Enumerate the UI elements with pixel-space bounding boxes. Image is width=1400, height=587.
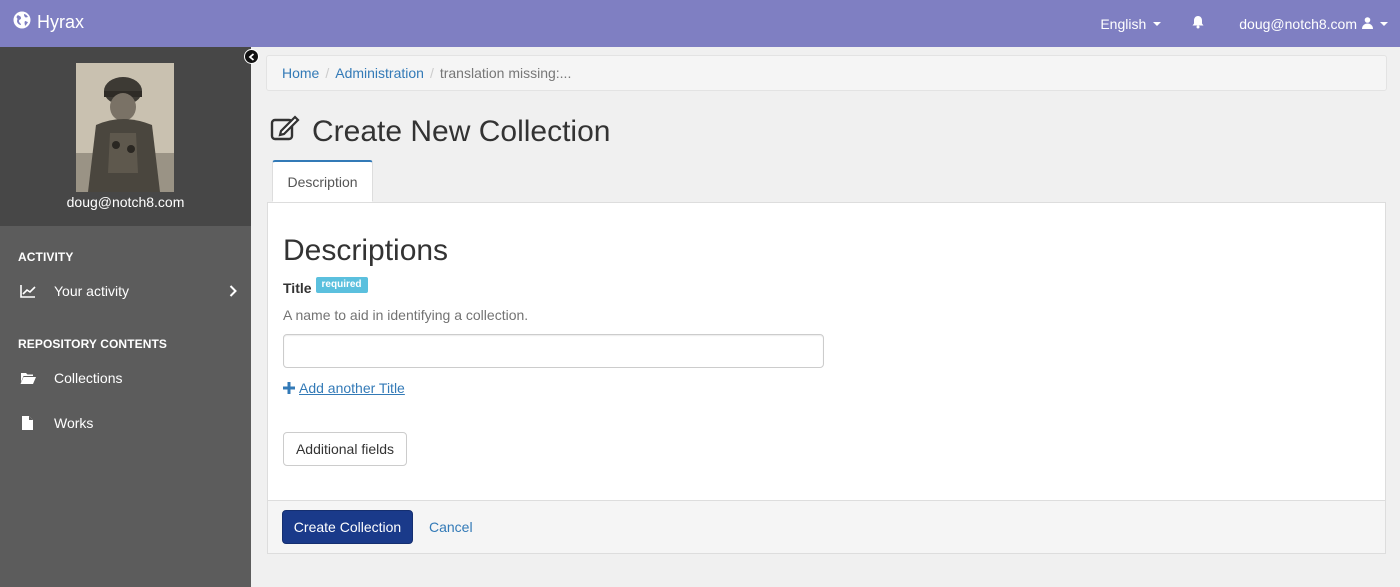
user-menu-dropdown[interactable]: doug@notch8.com xyxy=(1239,16,1388,32)
sidebar-heading-activity: ACTIVITY xyxy=(18,250,74,264)
folder-open-icon xyxy=(0,371,54,385)
brand-name: Hyrax xyxy=(37,12,85,32)
user-icon xyxy=(1362,16,1373,32)
chevron-left-icon xyxy=(248,52,255,61)
page-title-text: Create New Collection xyxy=(312,115,611,148)
sidebar-item-your-activity[interactable]: Your activity xyxy=(0,275,251,307)
sidebar-heading-repository-contents: REPOSITORY CONTENTS xyxy=(18,337,168,351)
add-another-title-label: Add another Title xyxy=(299,380,405,396)
create-collection-button[interactable]: Create Collection xyxy=(282,510,413,544)
breadcrumb-administration[interactable]: Administration xyxy=(335,65,424,81)
sidebar-item-label: Your activity xyxy=(54,283,129,299)
language-dropdown[interactable]: English xyxy=(1100,15,1162,32)
sidebar-collapse-toggle[interactable] xyxy=(244,49,259,64)
cancel-link[interactable]: Cancel xyxy=(429,519,473,535)
line-chart-icon xyxy=(0,284,54,298)
add-another-title-link[interactable]: Add another Title xyxy=(283,380,405,396)
sidebar-item-label: Collections xyxy=(54,370,123,386)
title-label-text: Title xyxy=(283,280,312,296)
plus-icon xyxy=(283,382,295,394)
profile-name: doug@notch8.com xyxy=(66,194,185,210)
edit-icon xyxy=(270,114,300,150)
chevron-right-icon xyxy=(229,285,237,297)
avatar[interactable] xyxy=(76,63,174,192)
additional-fields-button[interactable]: Additional fields xyxy=(283,432,407,466)
notifications-button[interactable] xyxy=(1191,15,1205,32)
breadcrumb-home[interactable]: Home xyxy=(282,65,319,81)
required-badge: required xyxy=(315,277,368,293)
globe-icon xyxy=(13,11,31,34)
bell-icon xyxy=(1191,15,1205,32)
caret-down-icon xyxy=(1380,21,1388,26)
user-email: doug@notch8.com xyxy=(1239,15,1357,32)
sidebar-item-label: Works xyxy=(54,415,94,431)
sidebar: doug@notch8.com ACTIVITY Your activity R… xyxy=(0,47,251,587)
title-field-label: Title required xyxy=(283,277,368,296)
file-icon xyxy=(0,416,54,430)
page-title: Create New Collection xyxy=(270,114,610,150)
language-label: English xyxy=(1100,15,1147,32)
form-actions: Create Collection Cancel xyxy=(267,501,1386,554)
breadcrumb-separator: / xyxy=(429,65,434,81)
sidebar-item-works[interactable]: Works xyxy=(0,407,251,439)
section-title: Descriptions xyxy=(283,234,449,267)
form-panel: Descriptions Title required A name to ai… xyxy=(267,202,1386,501)
title-input[interactable] xyxy=(283,334,824,368)
breadcrumb-current: translation missing:... xyxy=(439,65,572,81)
top-navbar: Hyrax English doug@notch8.com xyxy=(0,0,1400,47)
caret-down-icon xyxy=(1153,21,1162,26)
sidebar-profile: doug@notch8.com xyxy=(0,47,251,226)
tab-description[interactable]: Description xyxy=(272,160,373,202)
breadcrumb: Home / Administration / translation miss… xyxy=(266,55,1387,91)
sidebar-item-collections[interactable]: Collections xyxy=(0,362,251,394)
brand-link[interactable]: Hyrax xyxy=(13,11,84,34)
breadcrumb-separator: / xyxy=(325,65,330,81)
title-help-text: A name to aid in identifying a collectio… xyxy=(283,307,529,323)
